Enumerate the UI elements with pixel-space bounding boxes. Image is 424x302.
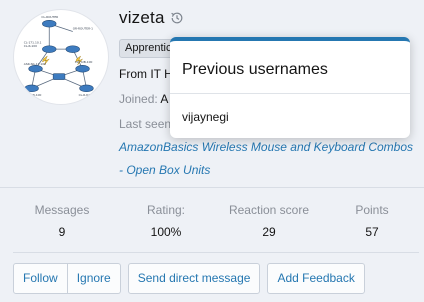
stat-messages[interactable]: Messages 9 — [28, 203, 96, 239]
stat-value: 100% — [150, 225, 182, 239]
divider — [0, 187, 424, 188]
stat-label: Messages — [34, 203, 90, 217]
stat-points: Points 57 — [344, 203, 400, 239]
avatar-label: CL-R-100 — [24, 44, 37, 48]
member-actions: Follow Ignore Send direct message Add Fe… — [13, 263, 365, 294]
popup-title: Previous usernames — [182, 61, 328, 78]
add-feedback-button[interactable]: Add Feedback — [267, 263, 365, 294]
stat-label: Rating: — [146, 203, 186, 217]
divider — [13, 252, 419, 253]
stat-value: 9 — [58, 225, 66, 239]
username-row: vizeta — [119, 8, 184, 28]
user-title-badge: Apprentic — [119, 39, 178, 58]
location-text: From IT H — [119, 67, 173, 81]
avatar-label: OR-ROUTER-1 — [73, 27, 93, 31]
stat-label: Points — [355, 203, 389, 217]
joined-label: Joined: — [119, 92, 158, 106]
previous-username-item: vijaynegi — [182, 110, 229, 124]
avatar-label: CL-R-NA-1A — [79, 93, 96, 97]
joined-value: A — [160, 92, 169, 106]
stat-value: 57 — [365, 225, 379, 239]
joined-row: Joined: A — [119, 92, 168, 106]
member-tooltip-card: CL-ROUTER OR-ROUTER-1 CL-171.10.1 CL-R-1… — [0, 0, 424, 302]
avatar-label: CL-ROUTER — [41, 15, 58, 19]
follow-button[interactable]: Follow — [13, 263, 68, 294]
avatar-network-diagram: CL-ROUTER OR-ROUTER-1 CL-171.10.1 CL-R-1… — [24, 15, 96, 97]
send-message-button[interactable]: Send direct message — [127, 263, 261, 294]
history-icon[interactable] — [170, 11, 184, 25]
avatar-label: CL-HUB-100 — [75, 60, 93, 64]
ignore-button[interactable]: Ignore — [67, 263, 121, 294]
popup-divider — [170, 93, 410, 94]
avatar-label: ASR-NA-17.100 — [24, 62, 46, 66]
previous-usernames-popup: Previous usernames vijaynegi — [170, 37, 410, 138]
member-stats: Messages 9 Rating: 100% Reaction score 2… — [0, 203, 424, 243]
follow-ignore-group: Follow Ignore — [13, 263, 121, 294]
username[interactable]: vizeta — [119, 8, 165, 28]
last-activity-link[interactable]: AmazonBasics Wireless Mouse and Keyboard… — [119, 136, 419, 182]
avatar-label: N-VPN-100 — [26, 93, 42, 97]
stat-value: 29 — [262, 225, 276, 239]
last-seen-label: Last seen — [119, 117, 172, 131]
stat-reaction-score: Reaction score 29 — [222, 203, 316, 239]
stat-rating: Rating: 100% — [133, 203, 199, 239]
avatar[interactable]: CL-ROUTER OR-ROUTER-1 CL-171.10.1 CL-R-1… — [13, 9, 109, 105]
stat-label: Reaction score — [228, 203, 310, 217]
